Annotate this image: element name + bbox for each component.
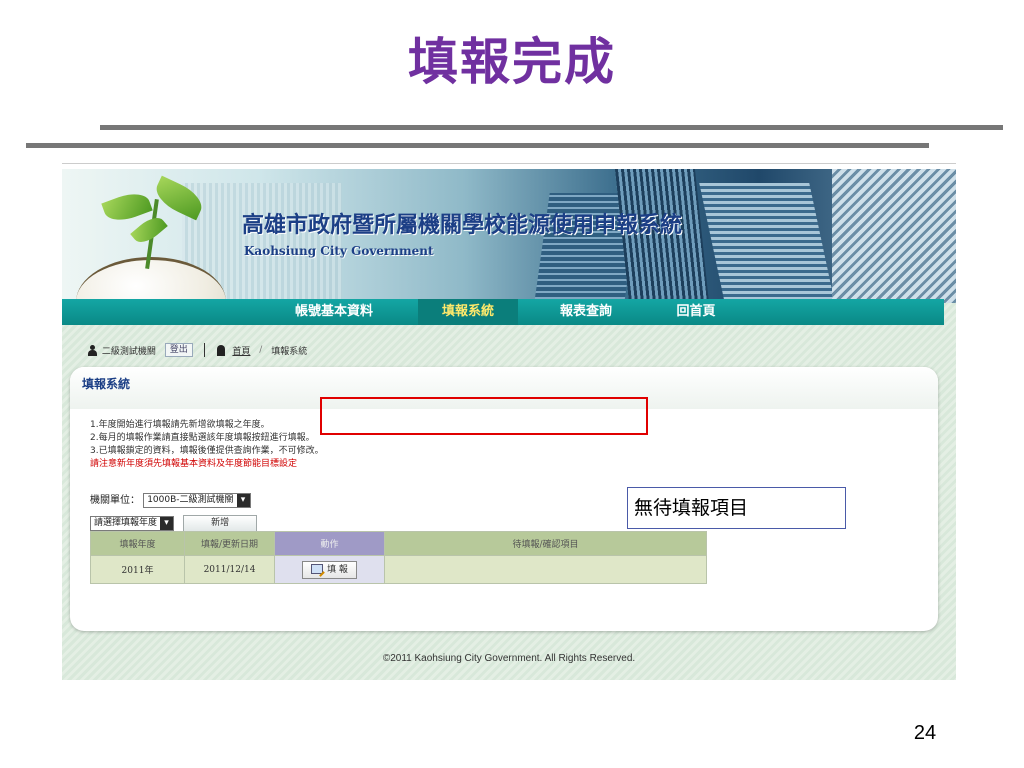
breadcrumb-home-link[interactable]: 首頁 [232, 344, 250, 357]
instructions: 1.年度開始進行填報請先新增欲填報之年度。 2.每月的填報作業請直接點選該年度填… [90, 419, 324, 471]
year-row: 請選擇填報年度 新增 [90, 513, 258, 532]
nav-reporting-system[interactable]: 填報系統 [418, 299, 518, 325]
divider-bottom [26, 143, 929, 148]
highlight-box [320, 397, 648, 435]
callout-box: 無待填報項目 [627, 487, 846, 529]
year-select[interactable]: 請選擇填報年度 [90, 516, 175, 531]
column-header: 待填報/確認項目 [384, 531, 707, 556]
unit-label: 機關單位： [90, 495, 140, 506]
fill-report-button[interactable]: 填 報 [302, 560, 357, 579]
breadcrumb: 二級測試機關 登出 首頁 / 填報系統 [88, 343, 307, 363]
site-subtitle: Kaohsiung City Government [244, 244, 434, 258]
cell-pending [384, 555, 707, 584]
instruction-line: 3.已填報鎖定的資料，填報後僅提供查詢作業，不可修改。 [90, 446, 324, 456]
unit-select[interactable]: 1000B-二級測試機關 [143, 492, 251, 508]
building-image [699, 183, 835, 303]
add-year-button[interactable]: 新增 [183, 515, 258, 532]
breadcrumb-current: 填報系統 [271, 346, 308, 357]
column-header: 填報/更新日期 [184, 531, 275, 556]
unit-row: 機關單位： 1000B-二級測試機關 [90, 491, 251, 508]
nav-home[interactable]: 回首頁 [656, 299, 736, 325]
edit-icon [311, 564, 324, 574]
nav-account-info[interactable]: 帳號基本資料 [274, 299, 394, 325]
copyright-footer: ©2011 Kaohsiung City Government. All Rig… [382, 653, 636, 664]
breadcrumb-separator: / [259, 345, 263, 355]
site-banner: 高雄市政府暨所屬機關學校能源使用申報系統 Kaohsiung City Gove… [62, 169, 956, 303]
logout-button[interactable]: 登出 [164, 343, 193, 357]
cell-date: 2011/12/14 [184, 555, 275, 584]
slide-title: 填報完成 [408, 33, 616, 91]
nav-report-query[interactable]: 報表查詢 [536, 299, 636, 325]
column-header: 填報年度 [90, 531, 185, 556]
site-title: 高雄市政府暨所屬機關學校能源使用申報系統 [242, 213, 683, 238]
instruction-line: 2.每月的填報作業請直接點選該年度填報按鈕進行填報。 [90, 433, 315, 443]
user-name: 二級測試機關 [101, 346, 156, 357]
instruction-line: 1.年度開始進行填報請先新增欲填報之年度。 [90, 420, 270, 430]
building-image [832, 169, 956, 303]
warning-note: 請注意新年度須先填報基本資料及年度節能目標設定 [90, 459, 298, 469]
user-icon [88, 344, 97, 356]
reporting-table: 填報年度 填報/更新日期 動作 待填報/確認項目 2011年 2011/12/1… [90, 531, 707, 584]
divider-top [100, 125, 1003, 130]
table-header-row: 填報年度 填報/更新日期 動作 待填報/確認項目 [90, 531, 707, 556]
cell-year: 2011年 [90, 555, 185, 584]
home-icon [216, 344, 226, 356]
main-nav: 帳號基本資料 填報系統 報表查詢 回首頁 [62, 299, 944, 325]
fill-report-label: 填 報 [327, 564, 348, 575]
panel-title: 填報系統 [82, 377, 131, 391]
separator [203, 343, 205, 357]
slide-number: 24 [913, 722, 937, 744]
table-row: 2011年 2011/12/14 填 報 [90, 555, 707, 584]
column-header: 動作 [274, 531, 385, 556]
cell-action: 填 報 [274, 555, 385, 584]
